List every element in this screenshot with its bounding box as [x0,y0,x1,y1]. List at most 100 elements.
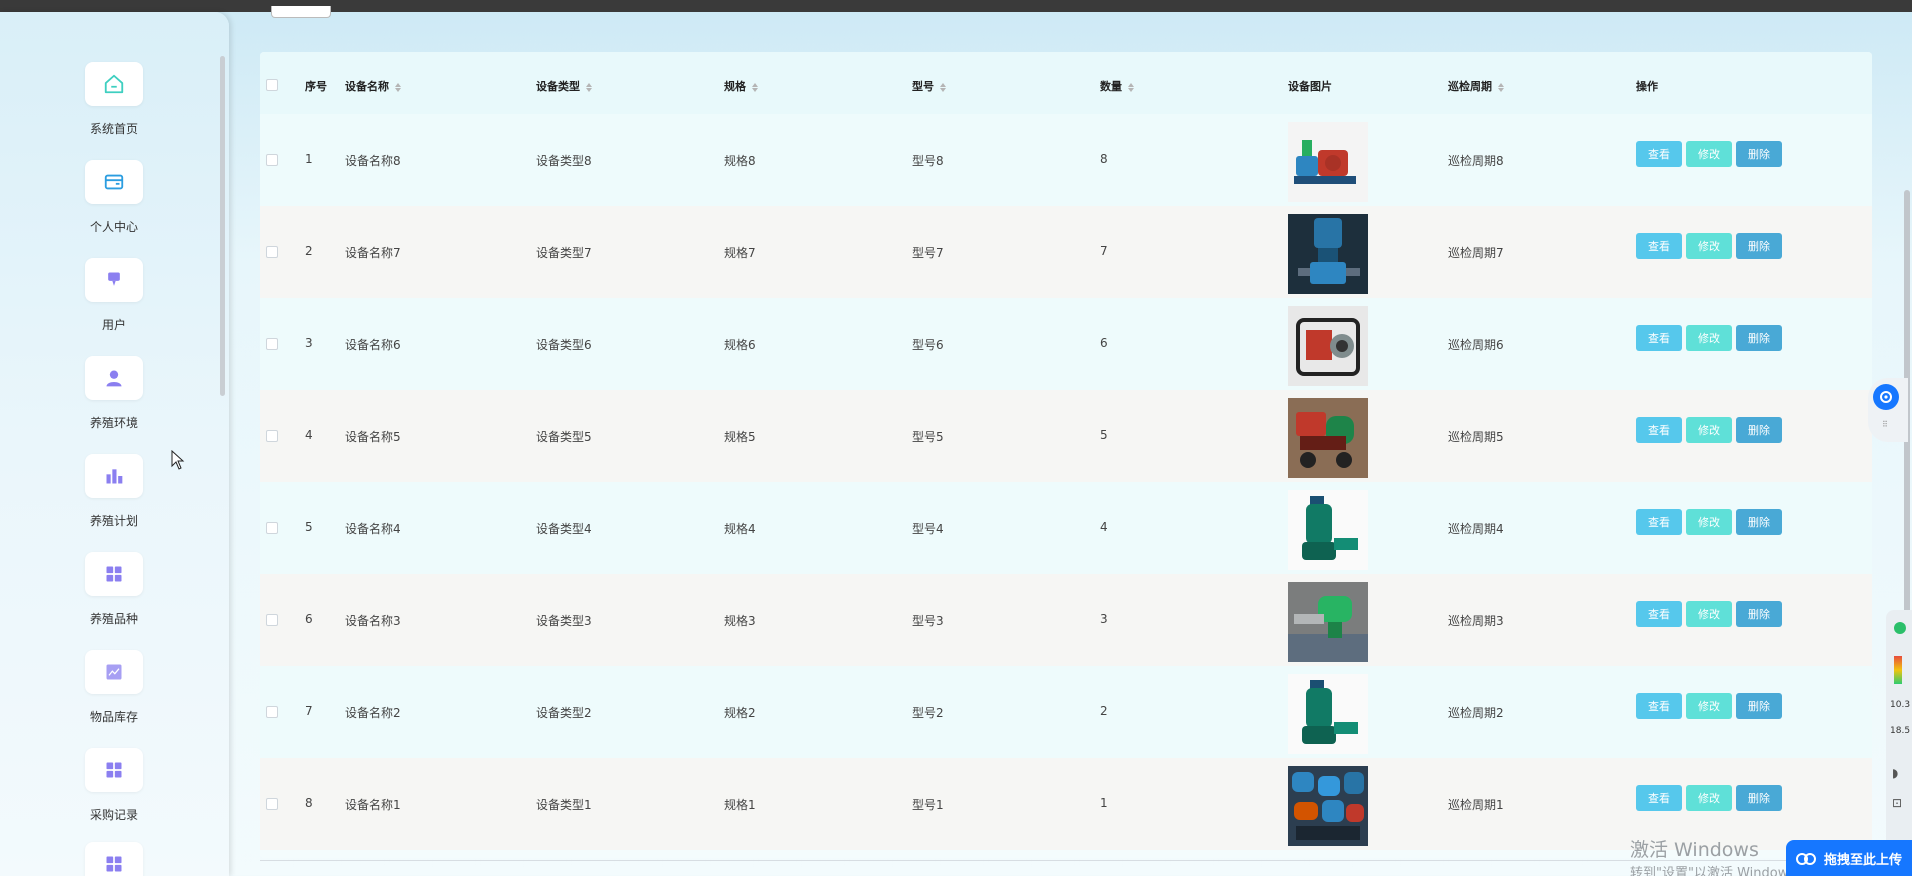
edit-button[interactable]: 修改 [1686,693,1732,719]
cell-name: 设备名称3 [345,614,401,628]
cell-cycle: 巡检周期6 [1448,338,1504,352]
edit-button[interactable]: 修改 [1686,785,1732,811]
delete-button[interactable]: 删除 [1736,785,1782,811]
delete-button[interactable]: 删除 [1736,601,1782,627]
cell-qty: 2 [1100,704,1108,718]
view-button[interactable]: 查看 [1636,601,1682,627]
sort-icon[interactable] [1498,82,1504,92]
delete-button[interactable]: 删除 [1736,325,1782,351]
sidebar-item-users[interactable]: 用户 [78,258,150,333]
cell-type: 设备类型7 [536,246,592,260]
drag-upload-button[interactable]: 拖拽至此上传 [1786,840,1912,876]
sidebar-item-environment[interactable]: 养殖环境 [78,356,150,431]
floating-assistant[interactable]: ⠿ [1868,378,1908,442]
sort-icon[interactable] [1128,82,1134,92]
table-row[interactable]: 5 设备名称4 设备类型4 规格4 型号4 4 巡检周期4 查看 修改 删除 [260,482,1872,574]
col-spec[interactable]: 规格 [724,78,758,94]
sidebar-item-breed[interactable]: 养殖品种 [78,552,150,627]
equipment-image[interactable] [1288,674,1368,754]
cell-spec: 规格4 [724,522,756,536]
cell-type: 设备类型4 [536,522,592,536]
view-button[interactable]: 查看 [1636,325,1682,351]
sidebar-item-plan[interactable]: 养殖计划 [78,454,150,529]
edit-button[interactable]: 修改 [1686,233,1732,259]
edit-button[interactable]: 修改 [1686,417,1732,443]
row-checkbox[interactable] [266,154,278,166]
col-name[interactable]: 设备名称 [345,78,401,94]
sidebar-item-more[interactable] [78,842,150,876]
col-model[interactable]: 型号 [912,78,946,94]
row-checkbox[interactable] [266,798,278,810]
table-row[interactable]: 7 设备名称2 设备类型2 规格2 型号2 2 巡检周期2 查看 修改 删除 [260,666,1872,758]
col-actions: 操作 [1636,80,1658,93]
sidebar-item-inventory[interactable]: 物品库存 [78,650,150,725]
delete-button[interactable]: 删除 [1736,417,1782,443]
cell-cycle: 巡检周期8 [1448,154,1504,168]
edit-button[interactable]: 修改 [1686,509,1732,535]
assistant-icon[interactable] [1873,384,1899,410]
col-qty[interactable]: 数量 [1100,78,1134,94]
crop-icon[interactable]: ⊡ [1892,796,1902,810]
sort-icon[interactable] [395,82,401,92]
performance-widget[interactable]: 10.3 18.5 ◗ ⊡ [1886,610,1912,876]
sidebar-item-label: 采购记录 [89,808,138,822]
view-button[interactable]: 查看 [1636,509,1682,535]
perf-value-2: 18.5 [1890,726,1911,736]
cell-qty: 1 [1100,796,1108,810]
grid-icon [85,552,143,596]
toolbar-button-stub[interactable] [271,6,331,18]
equipment-image[interactable] [1288,490,1368,570]
row-checkbox[interactable] [266,522,278,534]
edit-button[interactable]: 修改 [1686,325,1732,351]
row-checkbox[interactable] [266,338,278,350]
equipment-image[interactable] [1288,306,1368,386]
cell-index: 1 [305,152,313,166]
status-shield-icon [1894,622,1906,634]
select-all-checkbox[interactable] [266,79,278,91]
cell-index: 6 [305,612,313,626]
col-type[interactable]: 设备类型 [536,78,592,94]
drag-handle-icon[interactable]: ⠿ [1882,420,1888,429]
edit-button[interactable]: 修改 [1686,601,1732,627]
cloud-upload-icon [1794,848,1818,868]
equipment-image[interactable] [1288,766,1368,846]
row-checkbox[interactable] [266,614,278,626]
equipment-image[interactable] [1288,214,1368,294]
memory-gauge [1894,656,1902,684]
cell-spec: 规格8 [724,154,756,168]
sort-icon[interactable] [752,82,758,92]
delete-button[interactable]: 删除 [1736,509,1782,535]
table-row[interactable]: 2 设备名称7 设备类型7 规格7 型号7 7 巡检周期7 查看 修改 删除 [260,206,1872,298]
view-button[interactable]: 查看 [1636,693,1682,719]
equipment-image[interactable] [1288,398,1368,478]
sidebar-item-profile[interactable]: 个人中心 [78,160,150,235]
equipment-image[interactable] [1288,122,1368,202]
edit-button[interactable]: 修改 [1686,141,1732,167]
table-row[interactable]: 1 设备名称8 设备类型8 规格8 型号8 8 巡检周期8 查看 修改 删除 [260,114,1872,206]
view-button[interactable]: 查看 [1636,141,1682,167]
cell-model: 型号3 [912,614,944,628]
sidebar-item-purchase[interactable]: 采购记录 [78,748,150,823]
delete-button[interactable]: 删除 [1736,233,1782,259]
view-button[interactable]: 查看 [1636,233,1682,259]
row-checkbox[interactable] [266,706,278,718]
rocket-icon[interactable]: ◗ [1892,766,1898,780]
sidebar-item-home[interactable]: 系统首页 [78,62,150,137]
cell-type: 设备类型3 [536,614,592,628]
row-checkbox[interactable] [266,430,278,442]
table-row[interactable]: 3 设备名称6 设备类型6 规格6 型号6 6 巡检周期6 查看 修改 删除 [260,298,1872,390]
sort-icon[interactable] [586,82,592,92]
equipment-image[interactable] [1288,582,1368,662]
row-checkbox[interactable] [266,246,278,258]
cell-cycle: 巡检周期7 [1448,246,1504,260]
cell-model: 型号4 [912,522,944,536]
view-button[interactable]: 查看 [1636,417,1682,443]
delete-button[interactable]: 删除 [1736,693,1782,719]
col-cycle[interactable]: 巡检周期 [1448,78,1504,94]
table-row[interactable]: 4 设备名称5 设备类型5 规格5 型号5 5 巡检周期5 查看 修改 删除 [260,390,1872,482]
view-button[interactable]: 查看 [1636,785,1682,811]
sidebar-scrollbar[interactable] [220,56,225,396]
delete-button[interactable]: 删除 [1736,141,1782,167]
table-row[interactable]: 6 设备名称3 设备类型3 规格3 型号3 3 巡检周期3 查看 修改 删除 [260,574,1872,666]
sort-icon[interactable] [940,82,946,92]
